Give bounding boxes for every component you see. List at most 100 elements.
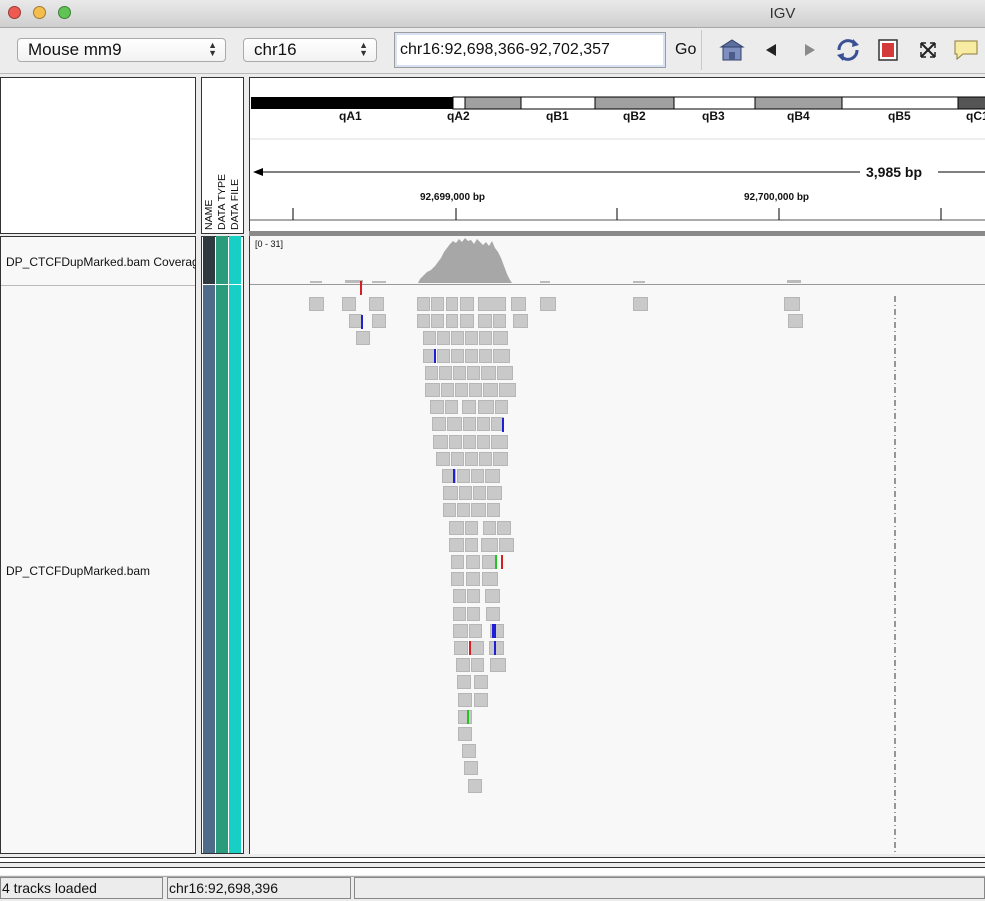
resize-to-window-icon[interactable] [914, 36, 942, 64]
read[interactable] [458, 693, 472, 707]
forward-icon[interactable] [796, 36, 824, 64]
read[interactable] [458, 727, 472, 741]
read[interactable] [485, 589, 500, 603]
read[interactable] [443, 503, 456, 517]
read[interactable] [633, 297, 648, 311]
read[interactable] [425, 383, 440, 397]
read[interactable] [465, 452, 478, 466]
read[interactable] [417, 314, 430, 328]
ruler-panel[interactable]: qA1 qA2 qB1 qB2 qB3 qB4 qB5 qC1 3,985 bp… [249, 77, 985, 234]
read[interactable] [453, 589, 466, 603]
coverage-file-attr[interactable] [229, 236, 241, 284]
region-navigator-icon[interactable] [874, 36, 902, 64]
read[interactable] [309, 297, 324, 311]
read[interactable] [511, 297, 526, 311]
read[interactable] [493, 349, 510, 363]
read[interactable] [457, 503, 470, 517]
read[interactable] [490, 658, 506, 672]
read[interactable] [491, 435, 508, 449]
read[interactable] [342, 297, 356, 311]
read[interactable] [454, 641, 468, 655]
read[interactable] [469, 624, 482, 638]
read[interactable] [499, 538, 514, 552]
read[interactable] [462, 744, 476, 758]
coverage-track-name[interactable]: DP_CTCFDupMarked.bam Coverage [6, 255, 196, 269]
read[interactable] [449, 521, 464, 535]
go-button[interactable]: Go [675, 41, 696, 59]
read[interactable] [425, 366, 438, 380]
read[interactable] [468, 779, 482, 793]
read[interactable] [477, 417, 490, 431]
read[interactable] [457, 469, 470, 483]
read[interactable] [446, 297, 458, 311]
read[interactable] [356, 331, 370, 345]
read[interactable] [478, 314, 492, 328]
read[interactable] [445, 400, 458, 414]
read[interactable] [463, 417, 476, 431]
read[interactable] [477, 435, 490, 449]
read[interactable] [465, 331, 478, 345]
read[interactable] [482, 555, 496, 569]
alignment-track-name[interactable]: DP_CTCFDupMarked.bam [6, 564, 150, 578]
popup-info-icon[interactable] [952, 36, 980, 64]
read[interactable] [474, 675, 488, 689]
read[interactable] [788, 314, 803, 328]
attr-header-data-file[interactable]: DATA FILE [229, 160, 241, 230]
read[interactable] [437, 349, 450, 363]
read[interactable] [465, 521, 478, 535]
read[interactable] [487, 486, 502, 500]
read[interactable] [443, 486, 458, 500]
read[interactable] [465, 538, 478, 552]
ideogram-svg[interactable] [250, 78, 985, 235]
read[interactable] [451, 452, 464, 466]
read[interactable] [449, 538, 464, 552]
read[interactable] [462, 400, 476, 414]
read[interactable] [456, 658, 470, 672]
read[interactable] [431, 314, 444, 328]
read[interactable] [437, 331, 450, 345]
read[interactable] [473, 486, 486, 500]
read[interactable] [451, 349, 464, 363]
read[interactable] [499, 383, 516, 397]
read[interactable] [433, 435, 448, 449]
read[interactable] [478, 400, 494, 414]
read[interactable] [451, 331, 464, 345]
read[interactable] [451, 555, 464, 569]
read[interactable] [459, 486, 472, 500]
read[interactable] [469, 383, 482, 397]
read[interactable] [467, 607, 480, 621]
coverage-type-attr[interactable] [216, 236, 228, 284]
read[interactable] [479, 331, 492, 345]
read[interactable] [447, 417, 462, 431]
read[interactable] [469, 641, 484, 655]
read[interactable] [441, 383, 454, 397]
read[interactable] [478, 297, 506, 311]
locus-input[interactable]: chr16:92,698,366-92,702,357 [394, 32, 666, 68]
read[interactable] [460, 314, 474, 328]
read[interactable] [369, 297, 384, 311]
read[interactable] [467, 366, 480, 380]
read[interactable] [439, 366, 452, 380]
back-icon[interactable] [757, 36, 785, 64]
read[interactable] [474, 693, 488, 707]
read[interactable] [497, 521, 511, 535]
read[interactable] [457, 675, 471, 689]
read[interactable] [417, 297, 430, 311]
coverage-track[interactable] [250, 236, 985, 286]
genome-select[interactable]: Mouse mm9 ▲ ▼ [17, 38, 226, 62]
coverage-name-attr[interactable] [203, 236, 215, 284]
read[interactable] [460, 297, 474, 311]
read[interactable] [471, 503, 486, 517]
read[interactable] [486, 607, 500, 621]
read[interactable] [432, 417, 446, 431]
read[interactable] [479, 452, 492, 466]
read[interactable] [465, 349, 478, 363]
read[interactable] [449, 435, 462, 449]
read[interactable] [487, 503, 500, 517]
read[interactable] [455, 383, 468, 397]
read[interactable] [481, 366, 496, 380]
chromosome-select[interactable]: chr16 ▲ ▼ [243, 38, 377, 62]
read[interactable] [493, 452, 508, 466]
refresh-icon[interactable] [834, 36, 862, 64]
read[interactable] [463, 435, 476, 449]
